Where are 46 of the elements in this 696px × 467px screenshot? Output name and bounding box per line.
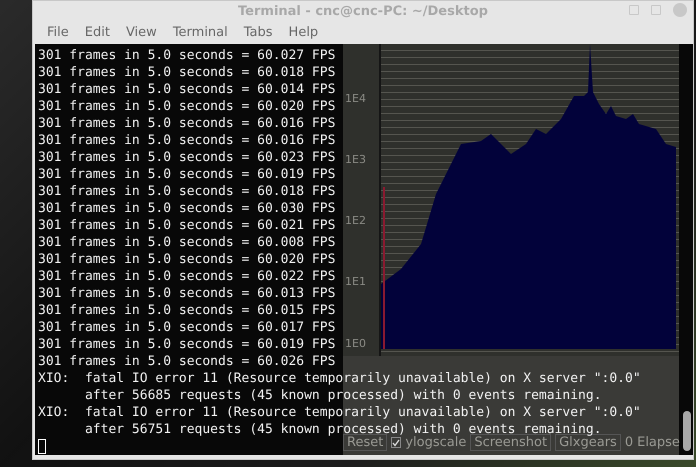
axis-tick-label: 1E4 bbox=[345, 92, 366, 105]
output-line: 301 frames in 5.0 seconds = 60.020 FPS bbox=[38, 98, 336, 115]
output-line: 301 frames in 5.0 seconds = 60.023 FPS bbox=[38, 149, 336, 166]
output-line: 301 frames in 5.0 seconds = 60.018 FPS bbox=[38, 64, 336, 81]
maximize-icon[interactable] bbox=[651, 5, 661, 15]
axis-tick-label: 1E0 bbox=[345, 337, 366, 350]
menu-item[interactable]: Terminal bbox=[164, 25, 236, 40]
menu-item[interactable]: Edit bbox=[76, 25, 118, 40]
close-icon[interactable] bbox=[673, 3, 687, 17]
checkbox[interactable] bbox=[391, 437, 402, 448]
output-line: 301 frames in 5.0 seconds = 60.020 FPS bbox=[38, 251, 336, 268]
output-line: 301 frames in 5.0 seconds = 60.026 FPS bbox=[38, 353, 336, 370]
menu-item[interactable]: Tabs bbox=[236, 25, 281, 40]
background-button[interactable]: Reset bbox=[343, 434, 388, 451]
scrollbar-thumb[interactable] bbox=[683, 411, 691, 451]
output-line: 301 frames in 5.0 seconds = 60.022 FPS bbox=[38, 268, 336, 285]
checkbox-label: ylogscale bbox=[405, 435, 466, 450]
axis-tick-label: 1E2 bbox=[345, 214, 366, 227]
menu-item[interactable]: Help bbox=[280, 25, 326, 40]
output-line: 301 frames in 5.0 seconds = 60.027 FPS bbox=[38, 47, 336, 64]
text-cursor bbox=[38, 439, 46, 454]
output-line: 301 frames in 5.0 seconds = 60.018 FPS bbox=[38, 183, 336, 200]
background-button[interactable]: Screenshot bbox=[470, 434, 552, 451]
output-line: XIO: fatal IO error 11 (Resource temporarily unavailable) on X server ":0.0" bbox=[38, 404, 641, 421]
output-line: 301 frames in 5.0 seconds = 60.021 FPS bbox=[38, 217, 336, 234]
output-line: XIO: fatal IO error 11 (Resource temporarily unavailable) on X server ":0.0" bbox=[38, 370, 641, 387]
output-line: 301 frames in 5.0 seconds = 60.019 FPS bbox=[38, 336, 336, 353]
minimize-icon[interactable] bbox=[629, 5, 639, 15]
axis-tick-label: 1E3 bbox=[345, 153, 366, 166]
output-line: 301 frames in 5.0 seconds = 60.030 FPS bbox=[38, 200, 336, 217]
status-text: Elapse bbox=[637, 435, 680, 450]
output-line: 301 frames in 5.0 seconds = 60.015 FPS bbox=[38, 302, 336, 319]
window-title: Terminal - cnc@cnc-PC: ~/Desktop bbox=[238, 4, 488, 18]
status-text: 0 bbox=[624, 435, 634, 450]
output-line: after 56685 requests (45 known processed) with 0 events remaining. bbox=[84, 387, 602, 404]
axis-tick-label: 1E1 bbox=[345, 275, 366, 288]
menu-item[interactable]: View bbox=[118, 25, 165, 40]
output-line: 301 frames in 5.0 seconds = 60.017 FPS bbox=[38, 319, 336, 336]
menu-item[interactable]: File bbox=[39, 25, 77, 40]
output-line: 301 frames in 5.0 seconds = 60.013 FPS bbox=[38, 285, 336, 302]
output-line: 301 frames in 5.0 seconds = 60.014 FPS bbox=[38, 81, 336, 98]
output-line: after 56751 requests (45 known processed) with 0 events remaining. bbox=[84, 421, 602, 437]
output-line: 301 frames in 5.0 seconds = 60.008 FPS bbox=[38, 234, 336, 251]
output-line: 301 frames in 5.0 seconds = 60.019 FPS bbox=[38, 166, 336, 183]
output-line: 301 frames in 5.0 seconds = 60.016 FPS bbox=[38, 115, 336, 132]
output-line: 301 frames in 5.0 seconds = 60.016 FPS bbox=[38, 132, 336, 149]
